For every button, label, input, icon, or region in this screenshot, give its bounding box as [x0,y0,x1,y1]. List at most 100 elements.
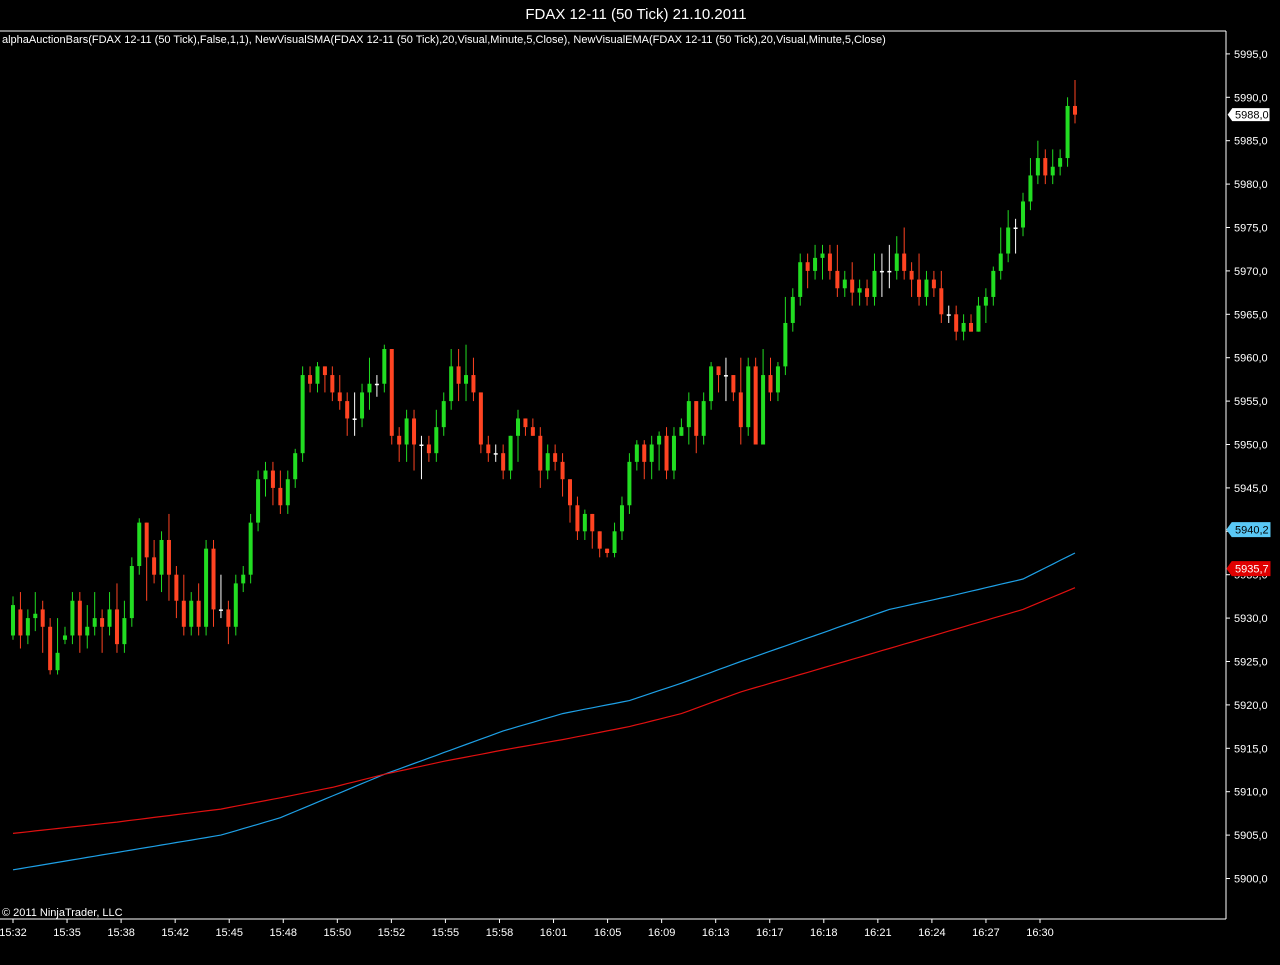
candle-body [144,522,149,558]
candle-body [649,444,654,462]
y-tick-label: 5925,0 [1234,657,1268,669]
candle-body [419,444,424,446]
candle-body [887,270,892,273]
candle-body [48,626,53,671]
x-tick-label: 16:24 [918,927,946,939]
y-tick-label: 5980,0 [1234,179,1268,191]
candle-body [330,375,335,393]
candle-body [857,288,862,293]
candle-body [471,375,476,393]
x-tick-label: 16:05 [594,927,622,939]
y-tick-label: 5905,0 [1234,830,1268,842]
candle-body [1021,201,1026,228]
candle-body [1006,227,1011,254]
candle-body [62,635,67,640]
candle [300,366,305,462]
candle [746,357,751,436]
candle-body [508,435,513,471]
candle [256,470,261,532]
candle-body [181,600,186,627]
candle-body [894,253,899,271]
x-tick-label: 15:45 [215,927,243,939]
candle-body [924,279,929,297]
candle-body [137,522,142,567]
candle-body [129,566,134,619]
candle-body [619,505,624,532]
candle-body [345,401,350,419]
ema-price-tag-text: 5935,7 [1235,564,1269,576]
candle-body [686,401,691,428]
y-tick-label: 5900,0 [1234,874,1268,886]
candle-body [597,531,602,549]
candle-body [293,453,298,480]
candle-body [1035,158,1040,176]
candle-body [501,453,506,471]
y-tick-label: 5915,0 [1234,743,1268,755]
y-tick-label: 5930,0 [1234,613,1268,625]
candle-body [701,401,706,436]
candle-body [679,427,684,436]
candle-body [315,366,320,384]
candle-body [664,435,669,471]
candle-body [122,618,127,645]
candle-body [642,444,647,462]
candle-body [92,618,97,627]
x-tick-label: 16:27 [972,927,1000,939]
candle-body [872,270,877,297]
candle-body [174,574,179,601]
candle-body [1028,175,1033,202]
candle-body [360,392,365,419]
x-tick-label: 15:50 [324,927,352,939]
y-tick-label: 5920,0 [1234,700,1268,712]
candle [753,357,758,445]
candle-body [204,548,209,627]
candle-body [709,366,714,402]
candle-body [612,531,617,553]
candle-body [634,444,639,462]
candle [389,349,394,445]
y-tick-label: 5985,0 [1234,136,1268,148]
x-tick-label: 16:18 [810,927,838,939]
candle-body [493,453,498,455]
price-chart[interactable]: FDAX 12-11 (50 Tick) 21.10.2011 alphaAuc… [0,0,1280,965]
ema-price-tag: 5935,7 [1226,561,1271,577]
candle-body [553,453,558,462]
candle-body [226,609,231,627]
y-tick-label: 5960,0 [1234,353,1268,365]
candle-body [627,461,632,506]
candle-body [300,375,305,454]
candle-body [939,288,944,315]
candle-body [1065,105,1070,159]
candle [233,574,238,636]
candle-body [783,322,788,367]
copyright-text: © 2011 NinjaTrader, LLC [2,907,123,919]
candle-body [716,366,721,376]
candle-body [560,461,565,480]
candle [248,513,253,584]
candle-body [991,270,996,297]
candle-body [790,296,795,323]
indicator-description: alphaAuctionBars(FDAX 12-11 (50 Tick),Fa… [2,34,886,46]
candle-body [931,279,936,289]
candle-body [738,392,743,428]
candle-body [820,253,825,258]
candle-body [605,548,610,553]
candle [1065,97,1070,167]
candle-body [538,435,543,471]
candle-body [40,609,45,627]
candle-body [582,513,587,532]
candle-body [107,609,112,627]
candle-body [879,270,884,273]
candle-body [100,618,105,627]
candle-body [516,418,521,436]
x-tick-label: 15:38 [107,927,135,939]
candle-body [434,427,439,454]
candle-body [449,366,454,402]
x-tick-label: 16:13 [702,927,730,939]
candle-body [530,427,535,436]
candle-body [567,479,572,506]
candle-body [545,453,550,471]
candle-body [270,470,275,488]
candle-body [590,513,595,532]
y-tick-label: 5970,0 [1234,266,1268,278]
